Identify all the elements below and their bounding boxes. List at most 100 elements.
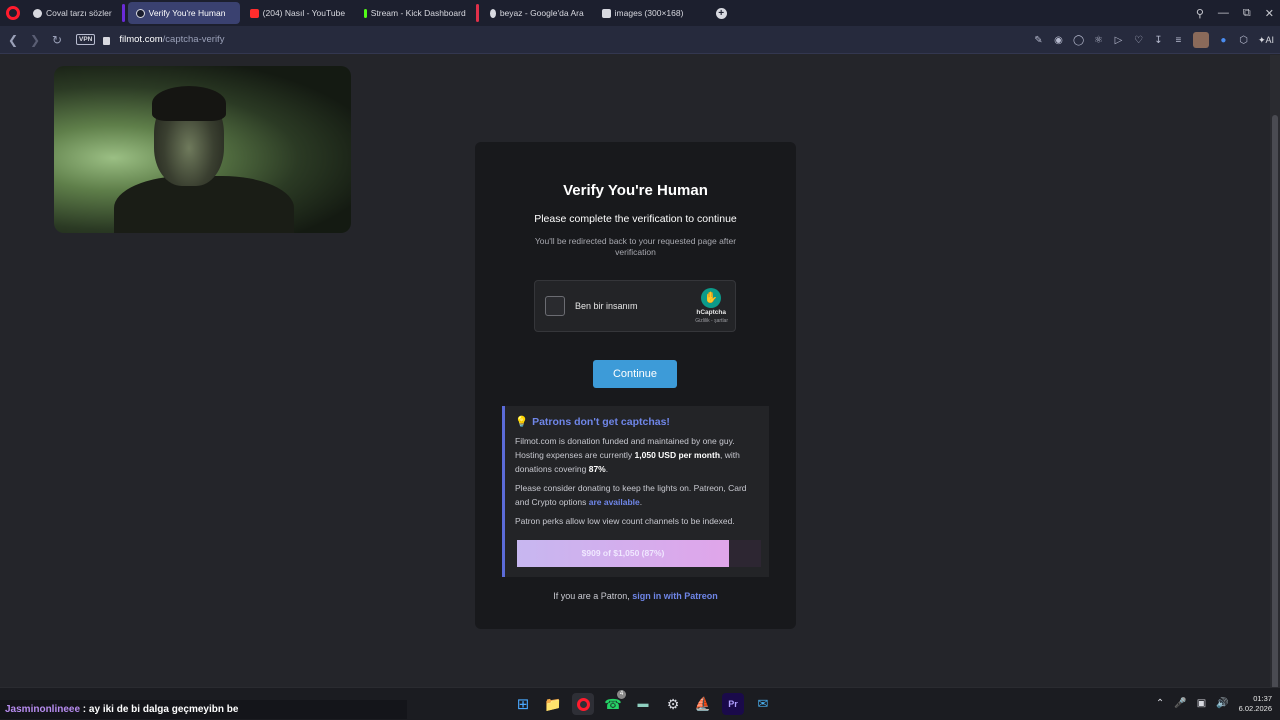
url-path: /captcha-verify <box>162 34 225 45</box>
premiere-icon[interactable]: Pr <box>722 693 744 715</box>
ai-label: AI <box>1265 34 1274 45</box>
tab-kick[interactable]: Stream - Kick Dashboard <box>356 2 474 24</box>
captcha-label: Ben bir insanım <box>575 301 638 311</box>
new-tab-icon[interactable]: + <box>715 7 727 19</box>
webcam-person-hair <box>152 86 226 121</box>
lightbulb-icon: 💡 <box>515 416 529 428</box>
patron-info-box: 💡 Patrons don't get captchas! Filmot.com … <box>502 406 769 577</box>
opera-o-icon <box>576 697 590 711</box>
tab-group-marker <box>475 4 479 22</box>
download-icon[interactable]: ↧ <box>1153 35 1164 46</box>
minimize-icon[interactable]: — <box>1218 7 1229 19</box>
webcam-person-body <box>114 176 294 233</box>
extension-icon[interactable]: ⚛ <box>1093 35 1104 46</box>
microphone-icon[interactable]: 🎤 <box>1174 698 1186 709</box>
terminal-icon[interactable]: ▬ <box>632 693 654 715</box>
google-icon <box>33 8 42 18</box>
clock[interactable]: 01:37 6.02.2026 <box>1239 694 1272 714</box>
tab-label: (204) Nasıl - YouTube <box>262 8 346 18</box>
restore-icon[interactable]: ⧉ <box>1243 7 1251 20</box>
patron-paragraph-2: Please consider donating to keep the lig… <box>515 481 759 509</box>
camera-icon[interactable]: ◉ <box>1053 35 1064 46</box>
ai-button[interactable]: ✦AI <box>1258 35 1274 46</box>
patron-title: 💡 Patrons don't get captchas! <box>515 415 759 428</box>
hcaptcha-brand: hCaptcha <box>696 309 726 316</box>
scrollbar[interactable] <box>1270 55 1280 715</box>
vpn-badge[interactable]: VPN <box>76 34 96 45</box>
edit-icon[interactable]: ✎ <box>1033 35 1044 46</box>
opera-logo-icon[interactable] <box>6 6 20 20</box>
search-tabs-icon[interactable]: ⚲ <box>1196 7 1204 20</box>
hcaptcha-widget: Ben bir insanım ✋ hCaptcha Gizlilik - şa… <box>534 280 736 332</box>
tab-google-search[interactable]: beyaz - Google'da Ara <box>482 2 592 24</box>
forward-icon[interactable]: ❯ <box>24 33 46 47</box>
tray-chevron-icon[interactable]: ⌃ <box>1156 698 1164 709</box>
shield-icon[interactable]: ◯ <box>1073 35 1084 46</box>
patron-paragraph-1: Filmot.com is donation funded and mainta… <box>515 434 759 476</box>
mail-icon[interactable]: ✉ <box>752 693 774 715</box>
tab-label: beyaz - Google'da Ara <box>499 8 584 18</box>
menu-icon[interactable]: ≡ <box>1173 35 1184 46</box>
patron-paragraph-3: Patron perks allow low view count channe… <box>515 516 735 526</box>
hcaptcha-links[interactable]: Gizlilik - şartlar <box>695 318 728 324</box>
tab-group-marker <box>121 4 125 22</box>
donation-options-link[interactable]: are available <box>589 497 640 507</box>
whatsapp-icon[interactable]: ☎ 4 <box>602 690 626 715</box>
url-host: filmot.com <box>119 34 163 45</box>
volume-icon[interactable]: 🔊 <box>1216 698 1228 709</box>
stream-chat-overlay: Jasminonlineee : ay iki de bi dalga geçm… <box>0 700 407 719</box>
tab-label: Coval tarzı sözler <box>46 8 112 18</box>
patreon-signin-link[interactable]: sign in with Patreon <box>632 591 718 601</box>
back-icon[interactable]: ❮ <box>2 33 24 47</box>
display-icon[interactable]: ▣ <box>1197 698 1206 709</box>
google-icon <box>489 8 496 18</box>
heart-icon[interactable]: ♡ <box>1133 35 1144 46</box>
webcam-overlay <box>54 66 351 233</box>
play-icon[interactable]: ▷ <box>1113 35 1124 46</box>
steam-icon[interactable]: ⛵ <box>692 693 714 715</box>
donation-progress-bar: $909 of $1,050 (87%) <box>517 540 761 567</box>
continue-button[interactable]: Continue <box>593 360 677 388</box>
reload-icon[interactable]: ↻ <box>46 33 68 47</box>
tab-youtube[interactable]: (204) Nasıl - YouTube <box>242 2 354 24</box>
youtube-icon <box>249 8 259 18</box>
tab-coval[interactable]: Coval tarzı sözler <box>25 2 120 24</box>
patron-signin: If you are a Patron, sign in with Patreo… <box>475 591 796 601</box>
windows-start-icon[interactable]: ⊞ <box>512 693 534 715</box>
lock-icon[interactable] <box>103 36 111 45</box>
cube-icon[interactable]: ⬡ <box>1238 35 1249 46</box>
chrome-icon[interactable]: ⚙ <box>662 693 684 715</box>
tab-label: images (300×168) <box>614 8 684 18</box>
page-title: Verify You're Human <box>563 182 708 199</box>
redirect-note: You'll be redirected back to your reques… <box>534 236 737 257</box>
toolbar-icons: ✎ ◉ ◯ ⚛ ▷ ♡ ↧ ≡ ● ⬡ ✦AI <box>1033 26 1274 54</box>
profile-avatar[interactable] <box>1192 32 1209 48</box>
system-tray: ⌃ 🎤 ▣ 🔊 01:37 6.02.2026 <box>1156 687 1272 720</box>
tab-verify-human[interactable]: Verify You're Human <box>127 2 240 24</box>
verify-card: Verify You're Human Please complete the … <box>475 142 796 629</box>
scrollbar-thumb[interactable] <box>1272 115 1278 715</box>
close-icon[interactable]: ✕ <box>1265 7 1274 20</box>
signin-prefix: If you are a Patron, <box>553 591 633 601</box>
donation-progress-text: $909 of $1,050 (87%) <box>581 548 665 558</box>
address-bar: ❮ ❯ ↻ VPN filmot.com/captcha-verify ✎ ◉ … <box>0 26 1280 54</box>
tab-images[interactable]: images (300×168) <box>594 2 706 24</box>
url-field[interactable]: filmot.com/captcha-verify <box>119 34 224 45</box>
whatsapp-badge: 4 <box>617 690 626 699</box>
aria-icon[interactable]: ● <box>1218 35 1229 46</box>
window-controls: ⚲ — ⧉ ✕ <box>1196 0 1274 26</box>
opera-taskbar-icon[interactable] <box>572 693 594 715</box>
tab-label: Stream - Kick Dashboard <box>370 8 466 18</box>
browser-tab-bar: Coval tarzı sözler Verify You're Human (… <box>0 0 1280 26</box>
monthly-cost: 1,050 USD per month <box>634 450 721 460</box>
clock-date: 6.02.2026 <box>1238 703 1272 713</box>
chat-username: Jasminonlineee <box>5 704 81 715</box>
patron-title-text: Patrons don't get captchas! <box>532 416 670 428</box>
verify-subtitle: Please complete the verification to cont… <box>534 213 737 225</box>
file-explorer-icon[interactable]: 📁 <box>542 693 564 715</box>
captcha-checkbox[interactable] <box>545 296 565 316</box>
filmot-icon <box>135 8 145 18</box>
coverage-percent: 87% <box>588 464 606 474</box>
chat-message: : ay iki de bi dalga geçmeyibn be <box>80 704 239 715</box>
taskbar-apps: ⊞ 📁 ☎ 4 ▬ ⚙ ⛵ Pr ✉ <box>512 690 774 716</box>
